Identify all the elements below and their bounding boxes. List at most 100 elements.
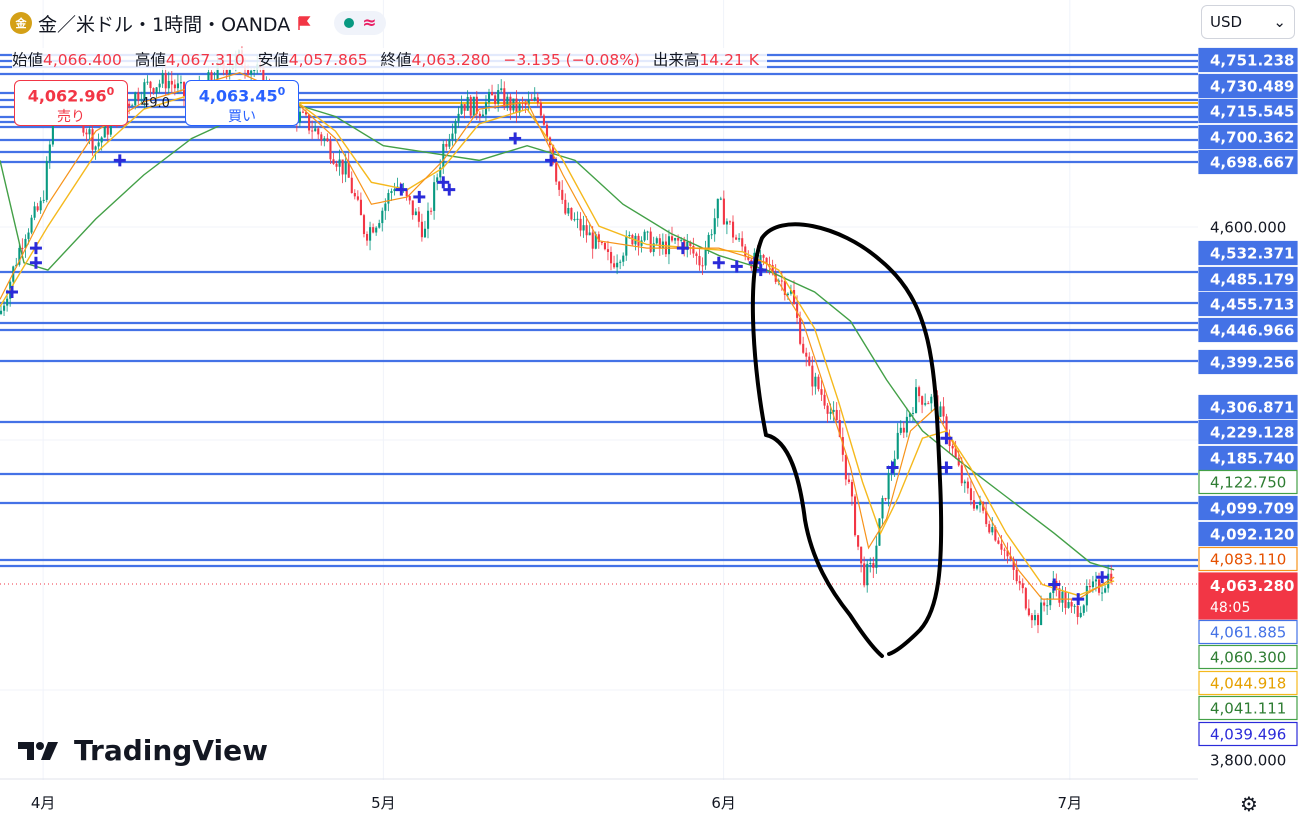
- candle-body: [369, 227, 372, 241]
- marker-v: [735, 260, 739, 273]
- candle-body: [902, 427, 905, 433]
- candle-body: [658, 238, 661, 248]
- candle-body: [899, 427, 902, 433]
- price-label-text: 4,185.740: [1210, 450, 1294, 468]
- candle-body: [408, 196, 411, 201]
- candle-body: [555, 163, 558, 182]
- candle-body: [619, 261, 622, 263]
- tradingview-logo[interactable]: TradingView: [18, 734, 268, 767]
- candle-body: [573, 219, 576, 221]
- price-label-text: 4,532.371: [1210, 245, 1294, 263]
- chart-settings-icon[interactable]: ⚙: [1240, 792, 1258, 816]
- price-label: 4,092.120: [1198, 521, 1298, 547]
- candle-body: [808, 356, 811, 366]
- wave-icon: ≈: [362, 13, 377, 33]
- candle-body: [469, 96, 472, 116]
- low-label: 安値: [257, 51, 289, 69]
- candle-body: [158, 83, 161, 88]
- signal-marker-icon: [940, 461, 953, 474]
- candle-body: [298, 111, 301, 123]
- candle-body: [872, 562, 875, 568]
- candle-body: [326, 138, 329, 142]
- candle-body: [1033, 615, 1037, 621]
- price-label: 4,306.871: [1198, 394, 1298, 420]
- currency-select[interactable]: USD ⌄: [1201, 5, 1295, 39]
- candle-body: [780, 280, 783, 282]
- candle-body: [524, 102, 527, 105]
- close-label: 終値: [380, 51, 412, 69]
- candle-body: [97, 142, 100, 147]
- candle-body: [966, 481, 969, 489]
- price-label: 4,185.740: [1198, 445, 1298, 471]
- candle-body: [576, 218, 579, 220]
- candle-body: [716, 198, 719, 219]
- candle-body: [372, 227, 375, 233]
- candle-body: [1104, 588, 1107, 593]
- candle-body: [137, 92, 140, 101]
- price-label: 4,229.128: [1198, 419, 1298, 445]
- candle-body: [344, 162, 347, 175]
- market-status-pill[interactable]: ≈: [334, 11, 387, 35]
- price-label-text: 4,485.179: [1210, 271, 1294, 289]
- price-label: 4,099.709: [1198, 495, 1298, 521]
- price-label-text: 4,122.750: [1210, 474, 1286, 492]
- signal-marker-icon: [443, 183, 456, 196]
- candle-body: [738, 238, 741, 240]
- volume-value: 14.21 K: [699, 51, 759, 69]
- price-label: 4,485.179: [1198, 266, 1298, 292]
- marker-v: [513, 132, 517, 145]
- candle-body: [829, 411, 832, 414]
- candle-body: [1085, 585, 1088, 606]
- candle-body: [655, 238, 658, 244]
- gold-coin-icon: 金: [10, 12, 32, 34]
- candle-body: [1046, 605, 1049, 607]
- candle-body: [253, 70, 256, 72]
- symbol-header[interactable]: 金 金／米ドル・1時間・OANDA ≈: [10, 8, 387, 38]
- candle-body: [698, 255, 701, 266]
- candle-body: [0, 310, 3, 314]
- price-label-text: 4,751.238: [1210, 52, 1294, 70]
- candle-body: [1076, 605, 1079, 618]
- candle-body: [1030, 615, 1033, 621]
- price-label-text: 4,092.120: [1210, 526, 1294, 544]
- candle-body: [1061, 591, 1064, 603]
- candle-body: [491, 92, 494, 96]
- candle-body: [643, 231, 646, 241]
- marker-v: [1076, 593, 1080, 606]
- price-label: 4,399.256: [1198, 349, 1298, 375]
- buy-button[interactable]: 4,063.450 買い: [185, 80, 299, 126]
- candle-body: [997, 540, 1000, 544]
- candle-body: [500, 88, 503, 91]
- signal-marker-icon: [712, 256, 725, 269]
- candle-body: [414, 211, 417, 216]
- flag-icon[interactable]: [296, 15, 312, 31]
- marker-v: [399, 183, 403, 196]
- marker-v: [944, 461, 948, 474]
- signal-marker-icon: [29, 256, 42, 269]
- candle-body: [866, 563, 869, 586]
- sell-button[interactable]: 4,062.960 売り: [14, 80, 128, 126]
- price-label-text: 4,715.545: [1210, 103, 1294, 121]
- price-label: 4,751.238: [1198, 47, 1298, 73]
- price-label-text: 4,061.885: [1210, 624, 1286, 642]
- candle-body: [384, 203, 387, 211]
- price-label: 3,800.000: [1210, 752, 1286, 770]
- candle-body: [488, 92, 491, 103]
- candle-body: [741, 238, 744, 247]
- symbol-title[interactable]: 金／米ドル・1時間・OANDA: [38, 10, 290, 37]
- price-label-text: 4,041.111: [1210, 700, 1286, 718]
- candle-body: [91, 129, 94, 150]
- candle-body: [420, 221, 423, 238]
- marker-v: [118, 154, 122, 167]
- candle-body: [613, 263, 616, 268]
- candle-body: [677, 237, 680, 241]
- candle-body: [314, 128, 317, 132]
- month-label: 5月: [371, 794, 396, 812]
- month-label: 4月: [31, 794, 56, 812]
- candle-body: [1070, 602, 1073, 607]
- candle-body: [850, 481, 854, 497]
- candle-body: [323, 138, 326, 141]
- marker-v: [447, 183, 451, 196]
- price-label: 4,083.110: [1198, 546, 1298, 572]
- marker-v: [1052, 578, 1056, 591]
